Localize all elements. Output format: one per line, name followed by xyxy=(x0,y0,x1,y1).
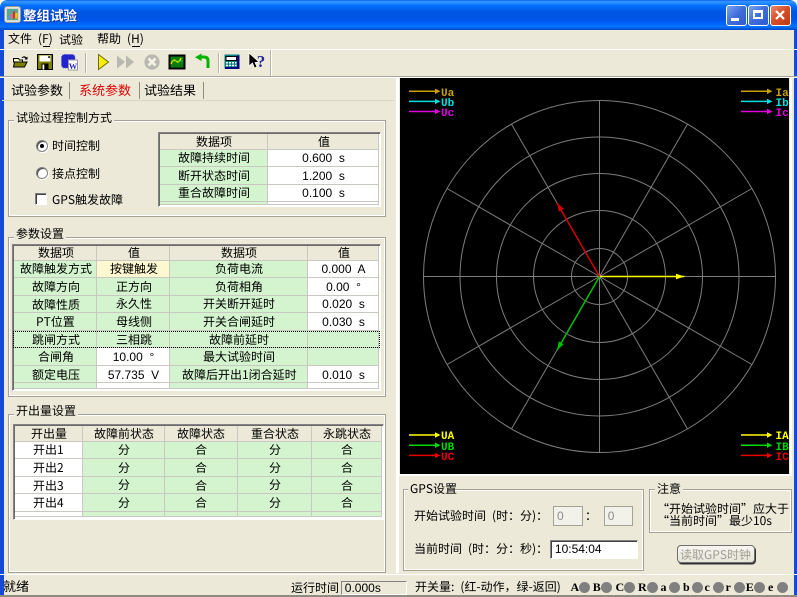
svg-text:W: W xyxy=(69,61,78,71)
svg-text:?: ? xyxy=(257,52,266,71)
